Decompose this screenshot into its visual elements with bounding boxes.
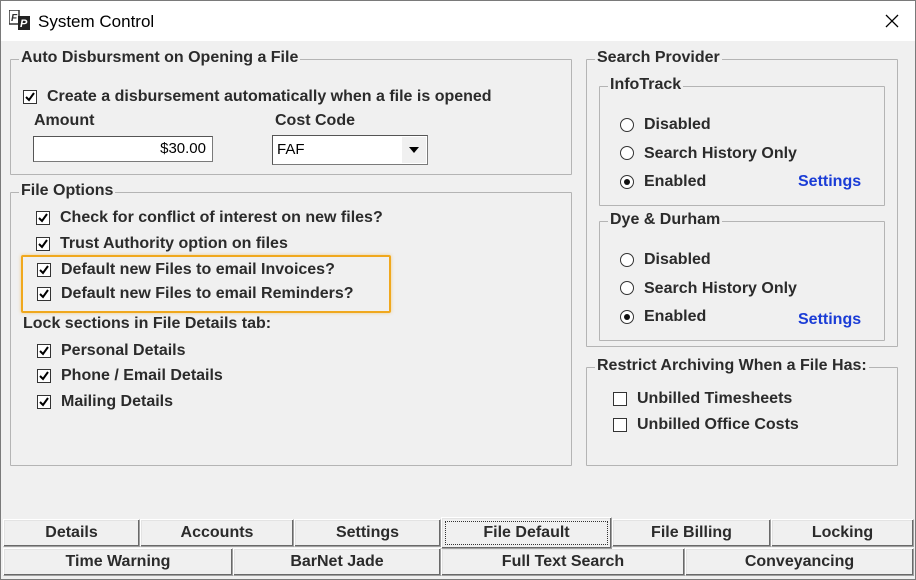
dye-durham-history-label: Search History Only xyxy=(644,280,797,297)
email-invoices-label: Default new Files to email Invoices? xyxy=(61,261,335,278)
tab-accounts-label: Accounts xyxy=(180,524,254,541)
tab-conveyancing[interactable]: Conveyancing xyxy=(685,548,914,576)
tab-time-warning-label: Time Warning xyxy=(65,553,171,570)
amount-label: Amount xyxy=(34,112,95,129)
infotrack-enabled-radio[interactable] xyxy=(620,175,634,189)
tab-settings[interactable]: Settings xyxy=(294,519,441,547)
unbilled-office-costs-checkbox[interactable] xyxy=(613,418,627,432)
dye-durham-title: Dye & Durham xyxy=(608,211,723,229)
system-control-window: F P System Control Auto Disbursment on O… xyxy=(0,0,916,580)
infotrack-title: InfoTrack xyxy=(608,76,684,94)
close-icon xyxy=(885,14,899,28)
window-title: System Control xyxy=(38,12,155,31)
tab-details-label: Details xyxy=(45,524,98,541)
mailing-details-checkbox[interactable] xyxy=(37,395,51,409)
amount-input[interactable]: $30.00 xyxy=(33,136,213,162)
tab-file-billing-label: File Billing xyxy=(651,524,732,541)
tab-file-default-label: File Default xyxy=(483,524,570,541)
personal-details-checkbox[interactable] xyxy=(37,344,51,358)
mailing-details-label: Mailing Details xyxy=(61,393,174,410)
email-invoices-checkbox[interactable] xyxy=(37,263,51,277)
auto-disbursement-title: Auto Disbursment on Opening a File xyxy=(19,49,301,67)
phone-email-details-checkbox[interactable] xyxy=(37,369,51,383)
dye-durham-enabled-label: Enabled xyxy=(644,308,707,325)
email-reminders-checkbox[interactable] xyxy=(37,287,51,301)
email-reminders-label: Default new Files to email Reminders? xyxy=(61,285,354,302)
trust-authority-label: Trust Authority option on files xyxy=(60,235,288,252)
chevron-down-icon xyxy=(409,147,419,153)
cost-code-select[interactable]: FAF xyxy=(272,135,428,165)
tab-file-default[interactable]: File Default xyxy=(441,517,612,549)
tab-details[interactable]: Details xyxy=(3,519,140,547)
infotrack-disabled-radio[interactable] xyxy=(620,118,634,132)
restrict-archiving-title: Restrict Archiving When a File Has: xyxy=(595,357,869,375)
infotrack-disabled-label: Disabled xyxy=(644,116,711,133)
dye-durham-disabled-radio[interactable] xyxy=(620,253,634,267)
tab-accounts[interactable]: Accounts xyxy=(140,519,294,547)
svg-text:P: P xyxy=(20,18,28,30)
file-options-title: File Options xyxy=(19,182,116,200)
dye-durham-history-radio[interactable] xyxy=(620,281,634,295)
tab-time-warning[interactable]: Time Warning xyxy=(3,548,233,576)
tab-barnet-jade-label: BarNet Jade xyxy=(290,553,384,570)
app-logo-icon: F P xyxy=(8,9,31,30)
dropdown-button[interactable] xyxy=(402,137,426,163)
cost-code-value: FAF xyxy=(277,141,305,158)
dye-durham-settings-link[interactable]: Settings xyxy=(798,311,861,329)
lock-sections-label: Lock sections in File Details tab: xyxy=(23,315,272,332)
conflict-check-checkbox[interactable] xyxy=(36,211,50,225)
close-button[interactable] xyxy=(869,1,915,41)
title-bar: F P System Control xyxy=(1,1,915,41)
infotrack-history-label: Search History Only xyxy=(644,145,797,162)
tab-barnet-jade[interactable]: BarNet Jade xyxy=(233,548,441,576)
trust-authority-checkbox[interactable] xyxy=(36,237,50,251)
infotrack-history-radio[interactable] xyxy=(620,146,634,160)
tab-full-text-search-label: Full Text Search xyxy=(501,553,625,570)
tab-settings-label: Settings xyxy=(335,524,400,541)
tab-file-billing[interactable]: File Billing xyxy=(612,519,771,547)
unbilled-office-costs-label: Unbilled Office Costs xyxy=(637,416,799,433)
amount-value: $30.00 xyxy=(160,140,206,157)
tab-locking-label: Locking xyxy=(811,524,874,541)
infotrack-settings-link[interactable]: Settings xyxy=(798,173,861,191)
dye-durham-disabled-label: Disabled xyxy=(644,251,711,268)
cost-code-label: Cost Code xyxy=(275,112,355,129)
conflict-check-label: Check for conflict of interest on new fi… xyxy=(60,209,383,226)
tab-full-text-search[interactable]: Full Text Search xyxy=(441,548,685,576)
create-disbursement-checkbox[interactable] xyxy=(23,90,37,104)
tab-locking[interactable]: Locking xyxy=(771,519,914,547)
search-provider-title: Search Provider xyxy=(595,49,722,67)
unbilled-timesheets-checkbox[interactable] xyxy=(613,392,627,406)
create-disbursement-label: Create a disbursement automatically when… xyxy=(47,88,492,105)
phone-email-details-label: Phone / Email Details xyxy=(61,367,223,384)
infotrack-enabled-label: Enabled xyxy=(644,173,707,190)
tab-conveyancing-label: Conveyancing xyxy=(744,553,855,570)
personal-details-label: Personal Details xyxy=(61,342,186,359)
dye-durham-enabled-radio[interactable] xyxy=(620,310,634,324)
svg-text:F: F xyxy=(11,13,18,24)
unbilled-timesheets-label: Unbilled Timesheets xyxy=(637,390,793,407)
